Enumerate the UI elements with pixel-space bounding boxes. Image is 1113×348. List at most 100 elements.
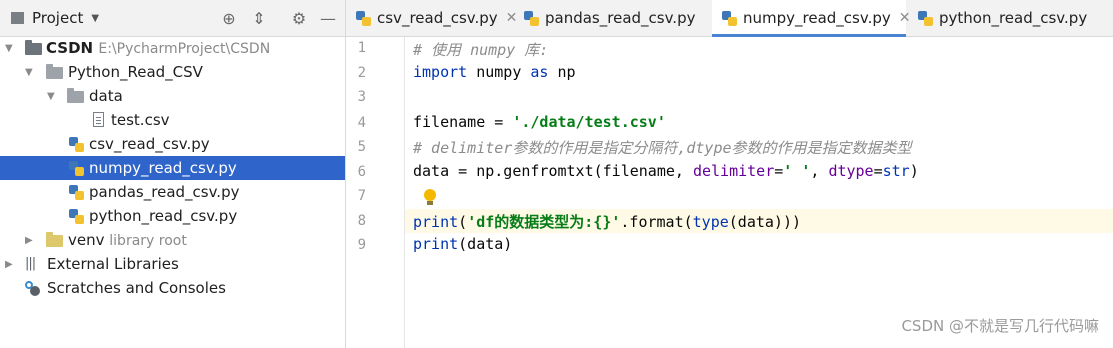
identifier: (data) [458,235,513,253]
builtin: print [413,235,459,253]
python-file-icon [69,185,84,200]
tree-item-python-read-csv[interactable]: ▼ Python_Read_CSV [0,60,345,84]
identifier: (data))) [728,213,802,231]
tree-item-csv-read-csv[interactable]: csv_read_csv.py [0,132,345,156]
tree-item-pandas-read-csv[interactable]: pandas_read_csv.py [0,180,345,204]
chevron-down-icon: ▼ [91,12,100,24]
keyword: import [413,63,468,81]
project-header: Project ▼ ⊕ ⇕ ⚙ — [0,0,345,37]
line-number: 1 [357,40,366,56]
tree-item-python-read-csv-file[interactable]: python_read_csv.py [0,204,345,228]
hide-icon[interactable]: — [318,8,338,28]
tree-item-label: Scratches and Consoles [47,279,226,297]
identifier: np [548,63,576,81]
library-icon: ||| [25,256,36,271]
code-editor[interactable]: 1 2 3 4 5 6 7 8 9 # 使用 numpy 库: import n… [346,37,1113,348]
project-path: E:\PycharmProject\CSDN [98,41,271,57]
line-number: 2 [357,65,366,81]
tree-item-data[interactable]: ▼ data [0,84,345,108]
operator: = [774,162,784,180]
tab-python-read-csv[interactable]: python_read_csv.py [908,0,1113,36]
tree-item-numpy-read-csv[interactable]: numpy_read_csv.py [0,156,345,180]
identifier: .format( [620,213,693,231]
line-number: 3 [357,89,366,105]
collapse-all-icon[interactable]: ⇕ [249,8,269,28]
csv-file-icon [93,112,104,127]
expand-arrow-icon[interactable]: ▼ [25,67,33,78]
tree-item-label: Python_Read_CSV [68,63,203,81]
tree-item-venv[interactable]: ▶ venv library root [0,228,345,252]
tree-item-test-csv[interactable]: test.csv [0,108,345,132]
tree-item-label: python_read_csv.py [89,207,238,225]
string-literal: './data/test.csv' [512,113,666,131]
code-line-4: filename = './data/test.csv' [413,113,666,131]
identifier: filename = [413,113,513,131]
code-line-1: # 使用 numpy 库: [413,41,549,59]
tree-item-label: numpy_read_csv.py [89,159,237,177]
project-panel: Project ▼ ⊕ ⇕ ⚙ — ▼ CSDN E:\PycharmProje… [0,0,346,348]
line-number: 5 [357,139,366,155]
punctuation: ) [909,162,919,180]
folder-icon [46,232,63,247]
tree-item-label: venv library root [68,231,187,249]
project-view-selector[interactable]: Project ▼ [11,8,99,28]
python-file-icon [356,10,371,26]
tree-item-label: test.csv [111,111,170,129]
tab-label: pandas_read_csv.py [545,9,696,27]
tree-item-scratches[interactable]: Scratches and Consoles [0,276,345,300]
line-number: 6 [357,164,366,180]
watermark: CSDN @不就是写几行代码嘛 [901,317,1099,335]
expand-arrow-icon[interactable]: ▼ [5,43,13,54]
tree-item-csdn[interactable]: ▼ CSDN E:\PycharmProject\CSDN [0,36,345,60]
code-line-8: print('df的数据类型为:{}'.format(type(data))) [413,211,801,232]
scratches-icon [25,281,40,296]
identifier: numpy [467,63,531,81]
line-number: 4 [357,115,366,131]
python-file-icon [69,209,84,224]
tab-pandas-read-csv[interactable]: pandas_read_csv.py [514,0,710,36]
folder-icon [46,64,63,79]
line-number-gutter: 1 2 3 4 5 6 7 8 9 [346,37,405,348]
builtin: type [692,213,729,231]
line-number: 7 [357,188,366,204]
project-icon [11,12,24,24]
collapse-arrow-icon[interactable]: ▶ [25,235,33,246]
identifier: data = np.genfromtxt(filename, [413,162,693,180]
expand-arrow-icon[interactable]: ▼ [47,91,55,102]
parameter: dtype [828,162,874,180]
folder-icon [67,88,84,103]
project-title: Project [32,9,84,27]
python-file-icon [918,10,933,26]
tree-item-label: data [89,87,123,105]
lightbulb-icon[interactable] [424,189,438,209]
python-file-icon [69,137,84,152]
tab-label: numpy_read_csv.py [743,9,891,27]
operator: = [873,162,883,180]
locate-icon[interactable]: ⊕ [219,8,239,28]
tree-label-csdn: CSDN [46,39,94,57]
builtin: str [882,162,910,180]
tree-item-external-libraries[interactable]: ▶ ||| External Libraries [0,252,345,276]
line-number: 9 [357,237,366,253]
code-line-5: # delimiter参数的作用是指定分隔符,dtype参数的作用是指定数据类型 [413,139,912,157]
code-line-2: import numpy as np [413,63,576,81]
tab-csv-read-csv[interactable]: csv_read_csv.py ✕ [346,0,517,36]
code-line-6: data = np.genfromtxt(filename, delimiter… [413,162,919,180]
tree-item-label: External Libraries [47,255,179,273]
string-literal: 'df的数据类型为:{}' [467,213,621,231]
tree-item-label: CSDN E:\PycharmProject\CSDN [46,39,270,57]
punctuation: ( [458,213,468,231]
tab-numpy-read-csv[interactable]: numpy_read_csv.py ✕ [712,0,910,37]
gear-icon[interactable]: ⚙ [289,8,309,28]
tree-item-label: pandas_read_csv.py [89,183,240,201]
punctuation: , [810,162,829,180]
tree-label-venv: venv [68,231,105,249]
python-file-icon [722,10,737,26]
editor-tabs: csv_read_csv.py ✕ pandas_read_csv.py num… [346,0,1113,37]
keyword: as [530,63,549,81]
builtin: print [413,213,459,231]
tab-label: python_read_csv.py [939,9,1088,27]
library-root-hint: library root [109,233,187,249]
python-file-icon [524,10,539,26]
collapse-arrow-icon[interactable]: ▶ [5,259,13,270]
